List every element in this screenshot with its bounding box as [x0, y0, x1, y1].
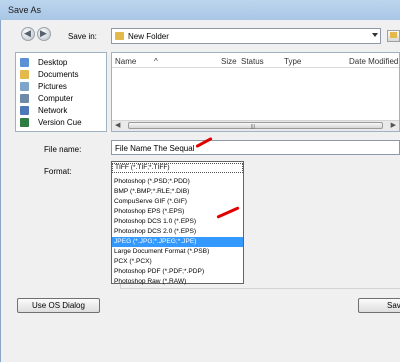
place-label: Desktop [38, 58, 68, 67]
column-header-name[interactable]: Name [115, 57, 136, 66]
column-header-size[interactable]: Size [221, 57, 237, 66]
network-icon [20, 106, 29, 115]
place-label: Computer [38, 94, 74, 103]
format-option-selected[interactable]: JPEG (*.JPG;*.JPEG;*.JPE) [112, 237, 243, 247]
sort-ascending-icon: ^ [154, 57, 158, 66]
forward-button[interactable]: ▶ [37, 27, 51, 41]
use-os-dialog-button[interactable]: Use OS Dialog [17, 298, 100, 313]
place-item-network[interactable]: Network [20, 105, 106, 117]
chevron-down-icon [372, 33, 378, 37]
scrollbar-thumb[interactable]: ||| [128, 122, 383, 130]
save-in-combo[interactable]: New Folder [111, 28, 381, 44]
format-option[interactable]: Photoshop (*.PSD;*.PDD) [112, 177, 243, 187]
new-folder-icon [390, 32, 397, 38]
format-option[interactable]: BMP (*.BMP;*.RLE;*.DIB) [112, 187, 243, 197]
scroll-right-icon[interactable]: ▶ [391, 121, 396, 129]
place-item-pictures[interactable]: Pictures [20, 81, 106, 93]
place-item-computer[interactable]: Computer [20, 93, 106, 105]
column-header-date-modified[interactable]: Date Modified [349, 57, 398, 66]
place-item-documents[interactable]: Documents [20, 69, 106, 81]
computer-icon [20, 94, 29, 103]
save-in-label: Save in: [68, 32, 97, 41]
file-list-header: Name ^ Size Status Type Date Modified [112, 53, 399, 68]
divider [120, 288, 400, 289]
format-label: Format: [44, 167, 72, 176]
file-list[interactable]: Name ^ Size Status Type Date Modified ◀ … [111, 52, 400, 132]
format-option[interactable]: Large Document Format (*.PSB) [112, 247, 243, 257]
column-header-status[interactable]: Status [241, 57, 264, 66]
forward-arrow-icon: ▶ [40, 28, 47, 38]
place-item-desktop[interactable]: Desktop [20, 57, 106, 69]
column-header-type[interactable]: Type [284, 57, 301, 66]
place-label: Version Cue [38, 118, 82, 127]
folder-icon [115, 32, 124, 40]
place-label: Pictures [38, 82, 67, 91]
place-label: Network [38, 106, 68, 115]
places-panel: Desktop Documents Pictures Computer Netw… [15, 52, 107, 132]
format-option[interactable]: Photoshop Raw (*.RAW) [112, 277, 243, 287]
version-cue-icon [20, 118, 29, 127]
back-button[interactable]: ◀ [21, 27, 35, 41]
window-title: Save As [8, 5, 42, 15]
format-option[interactable]: Photoshop PDF (*.PDF;*.PDP) [112, 267, 243, 277]
save-button[interactable]: Save [358, 298, 400, 313]
place-item-version-cue[interactable]: Version Cue [20, 117, 106, 129]
pictures-icon [20, 82, 29, 91]
format-option[interactable]: PCX (*.PCX) [112, 257, 243, 267]
format-option[interactable]: Photoshop DCS 1.0 (*.EPS) [112, 217, 243, 227]
grip-icon: ||| [251, 124, 255, 130]
place-label: Documents [38, 70, 79, 79]
scroll-left-icon[interactable]: ◀ [115, 121, 120, 129]
format-option[interactable]: CompuServe GIF (*.GIF) [112, 197, 243, 207]
back-arrow-icon: ◀ [24, 28, 31, 38]
file-name-input[interactable]: File Name The Sequal [111, 140, 400, 155]
desktop-icon [20, 58, 29, 67]
documents-icon [20, 70, 29, 79]
save-in-value: New Folder [128, 32, 169, 41]
format-option[interactable]: TIFF (*.TIF;*.TIFF) [112, 163, 243, 173]
format-dropdown-list[interactable]: TIFF (*.TIF;*.TIFF) Photoshop (*.PSD;*.P… [111, 161, 244, 287]
horizontal-scrollbar[interactable]: ◀ ||| ▶ [112, 120, 399, 131]
format-option[interactable]: Photoshop DCS 2.0 (*.EPS) [112, 227, 243, 237]
file-name-label: File name: [44, 145, 82, 154]
title-bar: Save As [0, 0, 400, 20]
new-folder-button[interactable] [387, 30, 400, 42]
